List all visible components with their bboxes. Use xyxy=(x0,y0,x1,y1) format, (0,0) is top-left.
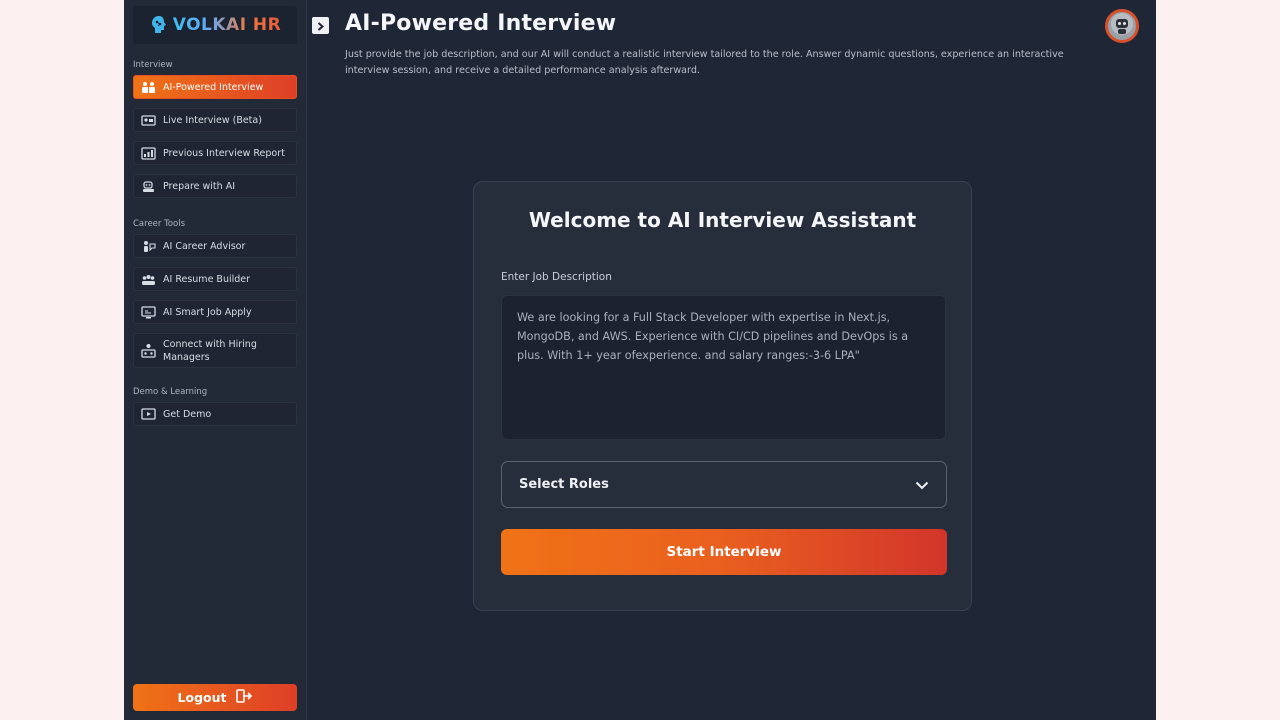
sidebar: VOLKAI HR Interview AI-Powered Interview… xyxy=(124,0,307,720)
select-roles-value: Select Roles xyxy=(519,477,609,492)
section-label-career-tools: Career Tools xyxy=(133,219,186,229)
job-apply-icon xyxy=(140,305,156,319)
sidebar-item-previous-interview-report[interactable]: Previous Interview Report xyxy=(133,141,297,165)
interview-setup-card: Welcome to AI Interview Assistant Enter … xyxy=(473,181,972,611)
sidebar-item-prepare-with-ai[interactable]: Prepare with AI xyxy=(133,174,297,198)
sidebar-item-label: Connect with Hiring Managers xyxy=(163,338,257,363)
sidebar-item-connect-with-hiring-managers[interactable]: Connect with Hiring Managers xyxy=(133,333,297,368)
advisor-icon xyxy=(140,239,156,253)
sidebar-item-live-interview[interactable]: Live Interview (Beta) xyxy=(133,108,297,132)
page-title: AI-Powered Interview xyxy=(345,11,617,36)
job-description-input[interactable]: We are looking for a Full Stack Develope… xyxy=(501,295,946,440)
interview-icon xyxy=(140,80,156,94)
sidebar-toggle-button[interactable] xyxy=(312,17,329,34)
sidebar-item-label: AI Resume Builder xyxy=(163,273,251,285)
chevron-down-icon xyxy=(915,475,929,494)
brain-logo-icon xyxy=(149,14,169,36)
user-avatar[interactable] xyxy=(1105,9,1139,43)
job-description-label: Enter Job Description xyxy=(501,271,612,283)
brand-logo[interactable]: VOLKAI HR xyxy=(133,6,297,44)
robot-avatar-icon xyxy=(1110,12,1134,40)
logout-label: Logout xyxy=(177,690,227,705)
report-icon xyxy=(140,146,156,160)
demo-icon xyxy=(140,407,156,421)
start-interview-button[interactable]: Start Interview xyxy=(501,529,947,575)
card-title: Welcome to AI Interview Assistant xyxy=(528,208,917,232)
sidebar-item-ai-smart-job-apply[interactable]: AI Smart Job Apply xyxy=(133,300,297,324)
sidebar-item-ai-career-advisor[interactable]: AI Career Advisor xyxy=(133,234,297,258)
select-roles-dropdown[interactable]: Select Roles xyxy=(501,461,947,508)
logout-button[interactable]: Logout xyxy=(133,684,297,711)
page-description: Just provide the job description, and ou… xyxy=(345,49,1064,76)
sidebar-item-label: AI Career Advisor xyxy=(163,240,246,252)
sidebar-item-get-demo[interactable]: Get Demo xyxy=(133,402,297,426)
sidebar-item-ai-powered-interview[interactable]: AI-Powered Interview xyxy=(133,75,297,99)
app-window: VOLKAI HR Interview AI-Powered Interview… xyxy=(124,0,1156,720)
sidebar-item-label: AI Smart Job Apply xyxy=(163,306,252,318)
sidebar-item-label: Live Interview (Beta) xyxy=(163,114,262,126)
sidebar-item-label: Prepare with AI xyxy=(163,180,235,192)
section-label-demo-learning: Demo & Learning xyxy=(133,387,208,397)
start-interview-label: Start Interview xyxy=(666,544,782,560)
brand-name: VOLKAI HR xyxy=(172,15,282,35)
resume-icon xyxy=(140,272,156,286)
chevron-right-icon xyxy=(316,16,325,35)
sidebar-item-ai-resume-builder[interactable]: AI Resume Builder xyxy=(133,267,297,291)
logout-icon xyxy=(236,689,253,706)
live-video-icon xyxy=(140,113,156,127)
section-label-interview: Interview xyxy=(133,60,173,70)
sidebar-item-label: AI-Powered Interview xyxy=(163,81,264,93)
sidebar-item-label: Get Demo xyxy=(163,408,212,420)
robot-study-icon xyxy=(140,179,156,193)
network-icon xyxy=(140,344,156,358)
sidebar-item-label: Previous Interview Report xyxy=(163,147,285,159)
